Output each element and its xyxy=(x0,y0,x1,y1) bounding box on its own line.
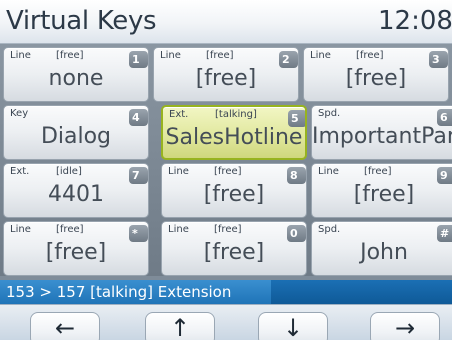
arrow-down-icon: ↓ xyxy=(282,314,304,340)
clock: 12:08 xyxy=(378,6,452,36)
virtual-key-5-active[interactable]: Ext. [talking] 5 SalesHotline xyxy=(161,105,307,160)
key-label: SalesHotline xyxy=(165,125,303,150)
key-label: ImportantPartner xyxy=(312,124,452,149)
key-label: Dialog xyxy=(40,124,112,149)
key-state: [free] xyxy=(214,166,242,177)
virtual-key-star[interactable]: Line [free] * [free] xyxy=(3,221,149,276)
virtual-key-1[interactable]: Line [free] 1 none xyxy=(3,47,149,102)
key-type: Line xyxy=(10,224,31,235)
key-grid: Line [free] 1 none Line [free] 2 [free] … xyxy=(0,44,452,276)
nav-down-button[interactable]: ↓ xyxy=(258,312,328,340)
screen-title: Virtual Keys xyxy=(6,6,157,36)
virtual-key-8[interactable]: Line [free] 8 [free] xyxy=(161,163,307,218)
virtual-keys-screen: Virtual Keys 12:08 Line [free] 1 none Li… xyxy=(0,0,452,340)
virtual-key-hash[interactable]: Spd. # John xyxy=(311,221,452,276)
navigation-bar: ← ↑ ↓ → xyxy=(0,304,452,340)
key-type: Spd. xyxy=(318,224,341,235)
key-label: [free] xyxy=(203,240,265,265)
key-label: none xyxy=(48,66,104,91)
key-state: [free] xyxy=(214,224,242,235)
key-type: Key xyxy=(10,108,29,119)
key-state: [talking] xyxy=(215,109,257,120)
key-type: Line xyxy=(318,166,339,177)
status-bar: 153 > 157 [talking] Extension xyxy=(0,280,452,304)
virtual-key-4[interactable]: Key 4 Dialog xyxy=(3,105,149,160)
arrow-right-icon: → xyxy=(394,314,416,340)
key-label: [free] xyxy=(45,240,107,265)
key-state: [free] xyxy=(56,50,84,61)
virtual-key-9[interactable]: Line [free] 9 [free] xyxy=(311,163,452,218)
key-type: Line xyxy=(10,50,31,61)
key-type: Spd. xyxy=(318,108,341,119)
nav-left-button[interactable]: ← xyxy=(30,312,100,340)
key-state: [free] xyxy=(356,50,384,61)
virtual-key-3[interactable]: Line [free] 3 [free] xyxy=(303,47,449,102)
key-type: Ext. xyxy=(10,166,30,177)
key-state: [idle] xyxy=(56,166,82,177)
virtual-key-0[interactable]: Line [free] 0 [free] xyxy=(161,221,307,276)
key-label: John xyxy=(360,240,408,265)
key-state: [free] xyxy=(364,166,392,177)
nav-right-button[interactable]: → xyxy=(370,312,440,340)
key-type: Line xyxy=(310,50,331,61)
key-type: Line xyxy=(168,224,189,235)
key-label: 4401 xyxy=(48,182,104,207)
key-type: Line xyxy=(160,50,181,61)
key-label: [free] xyxy=(353,182,415,207)
arrow-left-icon: ← xyxy=(54,314,76,340)
title-bar: Virtual Keys 12:08 xyxy=(0,0,452,44)
key-state: [free] xyxy=(56,224,84,235)
arrow-up-icon: ↑ xyxy=(169,314,191,340)
status-text: 153 > 157 [talking] Extension xyxy=(6,283,232,301)
virtual-key-7[interactable]: Ext. [idle] 7 4401 xyxy=(3,163,149,218)
key-label: [free] xyxy=(203,182,265,207)
key-state: [free] xyxy=(206,50,234,61)
nav-up-button[interactable]: ↑ xyxy=(145,312,215,340)
key-label: [free] xyxy=(345,66,407,91)
key-type: Line xyxy=(168,166,189,177)
virtual-key-2[interactable]: Line [free] 2 [free] xyxy=(153,47,299,102)
key-label: [free] xyxy=(195,66,257,91)
key-type: Ext. xyxy=(169,109,189,120)
virtual-key-6[interactable]: Spd. 6 ImportantPartner xyxy=(311,105,452,160)
